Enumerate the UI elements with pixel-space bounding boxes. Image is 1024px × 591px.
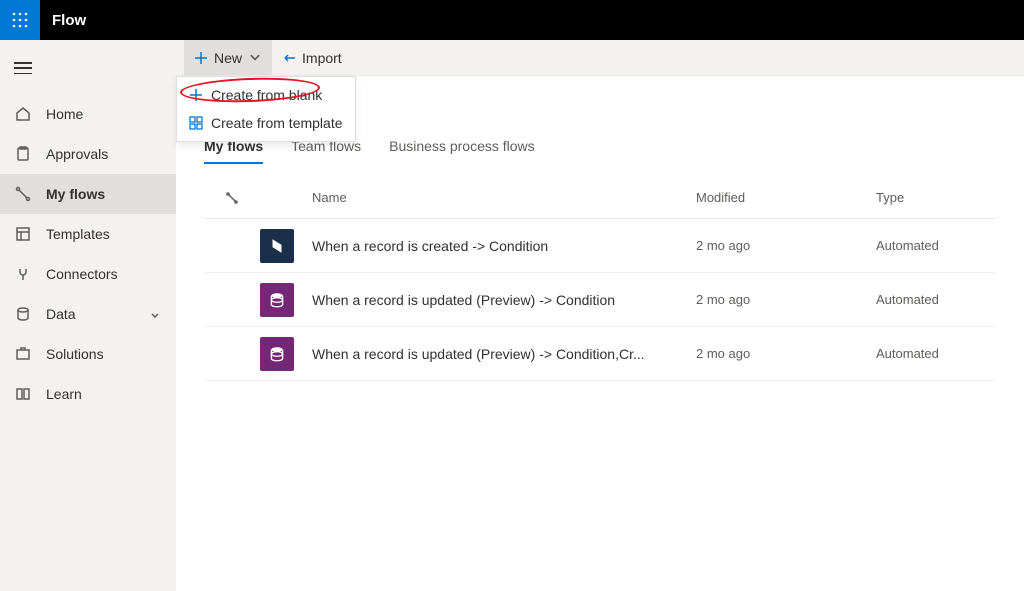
app-launcher-button[interactable] (0, 0, 40, 40)
flow-icon (14, 185, 32, 203)
sidebar-item-approvals[interactable]: Approvals (0, 134, 176, 174)
flow-modified: 2 mo ago (696, 292, 876, 307)
sidebar-item-label: Data (46, 306, 136, 322)
sidebar-item-label: Solutions (46, 346, 162, 362)
sidebar: Home Approvals My flows Templates Connec… (0, 40, 176, 591)
table-header: Name Modified Type (204, 177, 996, 219)
brand-label: Flow (52, 12, 86, 29)
sidebar-item-label: Connectors (46, 266, 162, 282)
flow-type: Automated (876, 346, 996, 361)
clipboard-icon (14, 145, 32, 163)
create-from-blank-item[interactable]: Create from blank (177, 81, 355, 109)
create-from-template-item[interactable]: Create from template (177, 109, 355, 137)
tab-business-process-flows[interactable]: Business process flows (389, 130, 535, 164)
template-icon (189, 116, 203, 130)
main-area: New Import Create from blank Create from… (176, 40, 1024, 591)
table-row[interactable]: When a record is updated (Preview) -> Co… (204, 327, 996, 381)
import-button-label: Import (302, 50, 342, 66)
book-icon (14, 385, 32, 403)
command-bar: New Import Create from blank Create from… (176, 40, 1024, 76)
template-icon (14, 225, 32, 243)
new-button[interactable]: New (184, 40, 272, 75)
dropdown-item-label: Create from template (211, 115, 343, 131)
flow-name: When a record is updated (Preview) -> Co… (312, 292, 615, 308)
flow-modified: 2 mo ago (696, 346, 876, 361)
sidebar-item-label: Templates (46, 226, 162, 242)
flow-type: Automated (876, 292, 996, 307)
dynamics-icon (260, 229, 294, 263)
app-header: Flow (0, 0, 1024, 40)
sidebar-item-label: My flows (46, 186, 162, 202)
sidebar-toggle-button[interactable] (0, 48, 176, 88)
new-button-label: New (214, 50, 242, 66)
sidebar-item-my-flows[interactable]: My flows (0, 174, 176, 214)
hamburger-icon (14, 62, 32, 74)
sidebar-item-home[interactable]: Home (0, 94, 176, 134)
sidebar-item-connectors[interactable]: Connectors (0, 254, 176, 294)
import-button[interactable]: Import (272, 40, 352, 75)
sidebar-item-solutions[interactable]: Solutions (0, 334, 176, 374)
col-modified-header[interactable]: Modified (696, 190, 876, 205)
sidebar-item-label: Home (46, 106, 162, 122)
sidebar-item-label: Learn (46, 386, 162, 402)
sidebar-item-data[interactable]: Data (0, 294, 176, 334)
flows-table: Name Modified Type When a record is crea… (204, 177, 996, 381)
database-icon (260, 283, 294, 317)
col-type-header[interactable]: Type (876, 190, 996, 205)
database-icon (14, 305, 32, 323)
sidebar-item-label: Approvals (46, 146, 162, 162)
solutions-icon (14, 345, 32, 363)
flow-type: Automated (876, 238, 996, 253)
col-name-header[interactable]: Name (312, 190, 696, 205)
chevron-down-icon (150, 308, 162, 320)
database-icon (260, 337, 294, 371)
connector-icon (14, 265, 32, 283)
flow-modified: 2 mo ago (696, 238, 876, 253)
table-row[interactable]: When a record is created -> Condition 2 … (204, 219, 996, 273)
sidebar-item-templates[interactable]: Templates (0, 214, 176, 254)
home-icon (14, 105, 32, 123)
dropdown-item-label: Create from blank (211, 87, 322, 103)
sidebar-item-learn[interactable]: Learn (0, 374, 176, 414)
new-dropdown-menu: Create from blank Create from template (176, 76, 356, 142)
flow-type-icon (204, 192, 260, 204)
chevron-down-icon (248, 51, 262, 65)
flow-name: When a record is created -> Condition (312, 238, 548, 254)
plus-icon (189, 88, 203, 102)
table-row[interactable]: When a record is updated (Preview) -> Co… (204, 273, 996, 327)
flow-name: When a record is updated (Preview) -> Co… (312, 346, 645, 362)
